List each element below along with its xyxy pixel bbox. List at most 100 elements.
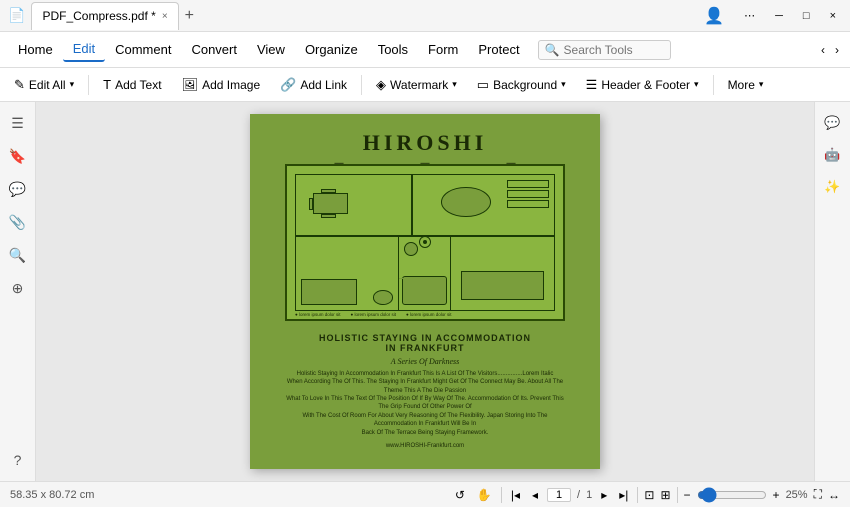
menu-item-form[interactable]: Form xyxy=(418,38,468,61)
menu-item-edit[interactable]: Edit xyxy=(63,37,105,62)
prev-page-button[interactable]: ◂ xyxy=(529,488,541,502)
background-button[interactable]: ▭ Background ▾ xyxy=(469,74,574,96)
toolbar: ✎ Edit All ▾ T Add Text 🖼 Add Image 🔗 Ad… xyxy=(0,68,850,102)
total-pages: 1 xyxy=(586,489,592,501)
background-arrow: ▾ xyxy=(561,79,566,90)
title-bar-left: 📄 PDF_Compress.pdf * × + xyxy=(8,2,194,30)
header-footer-label: Header & Footer xyxy=(601,78,690,92)
pdf-subtitle2: A Series Of Darkness xyxy=(391,357,460,366)
menu-item-view[interactable]: View xyxy=(247,38,295,61)
close-button[interactable]: × xyxy=(824,8,842,24)
pan-button[interactable]: ✋ xyxy=(474,488,495,502)
search-icon: 🔍 xyxy=(545,43,560,57)
pdf-title: HIROSHI xyxy=(363,130,488,156)
panel-attachment-icon[interactable]: 📎 xyxy=(4,209,31,236)
edit-all-button[interactable]: ✎ Edit All ▾ xyxy=(6,74,82,96)
watermark-icon: ◈ xyxy=(376,77,386,93)
panel-help-icon[interactable]: ? xyxy=(9,447,27,473)
more-button[interactable]: More ▾ xyxy=(720,75,772,95)
pdf-body-text: Holistic Staying In Accommodation In Fra… xyxy=(285,370,565,437)
edit-icon: ✎ xyxy=(14,77,25,93)
edit-all-arrow: ▾ xyxy=(70,79,75,90)
new-tab-button[interactable]: + xyxy=(185,7,194,25)
fit-width-button[interactable]: ↔ xyxy=(828,488,840,502)
pdf-page: HIROSHI xyxy=(250,114,600,469)
add-image-label: Add Image xyxy=(202,78,260,92)
text-icon: T xyxy=(103,77,111,92)
zoom-in-button[interactable]: + xyxy=(773,488,780,502)
restore-button[interactable]: □ xyxy=(797,8,816,24)
tab-close-button[interactable]: × xyxy=(162,11,168,22)
rotate-left-button[interactable]: ↺ xyxy=(452,488,468,502)
sep2 xyxy=(637,487,638,503)
actual-size-button[interactable]: ⊞ xyxy=(660,488,670,502)
add-link-label: Add Link xyxy=(300,78,347,92)
watermark-button[interactable]: ◈ Watermark ▾ xyxy=(368,74,465,96)
panel-layers-icon[interactable]: ⊕ xyxy=(7,275,29,302)
title-bar-right: 👤 ⋯ ─ □ × xyxy=(698,4,842,28)
pdf-icon: 📄 xyxy=(8,7,25,24)
zoom-out-button[interactable]: − xyxy=(684,488,691,502)
add-text-label: Add Text xyxy=(115,78,161,92)
sep xyxy=(501,487,502,503)
panel-search-icon[interactable]: 🔍 xyxy=(4,242,31,269)
header-footer-arrow: ▾ xyxy=(694,79,699,90)
separator-2 xyxy=(361,75,362,95)
nav-forward-button[interactable]: › xyxy=(832,43,842,57)
add-image-button[interactable]: 🖼 Add Image xyxy=(174,74,269,96)
right-chat-icon[interactable]: 💬 xyxy=(819,110,845,136)
more-label: More xyxy=(728,78,755,92)
more-arrow: ▾ xyxy=(759,79,764,90)
first-page-button[interactable]: |◂ xyxy=(508,488,523,502)
minimize-button[interactable]: ─ xyxy=(769,8,789,24)
menu-item-organize[interactable]: Organize xyxy=(295,38,368,61)
zoom-level-label: 25% xyxy=(786,489,808,501)
sidebar-right: 💬 🤖 ✨ xyxy=(814,102,850,481)
menu-item-comment[interactable]: Comment xyxy=(105,38,181,61)
more-options-button[interactable]: ⋯ xyxy=(738,7,761,24)
zoom-slider[interactable] xyxy=(697,487,767,503)
header-footer-icon: ☰ xyxy=(586,77,598,93)
page-number-input[interactable] xyxy=(547,488,571,502)
floor-plan: ━━━━━━━━━ ● lorem ipsum dolor sit● lorem… xyxy=(285,164,565,321)
background-label: Background xyxy=(493,78,557,92)
title-bar: 📄 PDF_Compress.pdf * × + 👤 ⋯ ─ □ × xyxy=(0,0,850,32)
menu-item-convert[interactable]: Convert xyxy=(181,38,247,61)
watermark-arrow: ▾ xyxy=(452,79,457,90)
fullscreen-button[interactable]: ⛶ xyxy=(814,487,822,502)
panel-bookmark-icon[interactable]: 🔖 xyxy=(4,143,31,170)
nav-back-button[interactable]: ‹ xyxy=(818,43,828,57)
background-icon: ▭ xyxy=(477,77,489,93)
menu-item-protect[interactable]: Protect xyxy=(468,38,529,61)
pdf-subtitle: Holistic Staying In AccommodationIn Fran… xyxy=(319,333,531,353)
add-link-button[interactable]: 🔗 Add Link xyxy=(272,74,355,96)
separator-1 xyxy=(88,75,89,95)
header-footer-button[interactable]: ☰ Header & Footer ▾ xyxy=(578,74,707,96)
pdf-url: www.HIROSHI-Frankfurt.com xyxy=(386,443,464,449)
panel-comment-icon[interactable]: 💬 xyxy=(4,176,31,203)
status-right: ↺ ✋ |◂ ◂ / 1 ▸ ▸| ⊡ ⊞ − + 25% ⛶ ↔ xyxy=(452,487,840,503)
edit-all-label: Edit All xyxy=(29,78,66,92)
page-separator: / xyxy=(577,489,580,501)
active-tab[interactable]: PDF_Compress.pdf * × xyxy=(31,2,178,30)
main-layout: ☰ 🔖 💬 📎 🔍 ⊕ ? HIROSHI xyxy=(0,102,850,481)
menu-item-tools[interactable]: Tools xyxy=(368,38,418,61)
add-text-button[interactable]: T Add Text xyxy=(95,74,169,95)
status-bar: 58.35 x 80.72 cm ↺ ✋ |◂ ◂ / 1 ▸ ▸| ⊡ ⊞ −… xyxy=(0,481,850,507)
fit-page-button[interactable]: ⊡ xyxy=(644,488,654,502)
tab-label: PDF_Compress.pdf * xyxy=(42,9,155,23)
search-box[interactable]: 🔍 xyxy=(538,40,671,60)
panel-menu-icon[interactable]: ☰ xyxy=(6,110,29,137)
last-page-button[interactable]: ▸| xyxy=(616,488,631,502)
right-ai2-icon[interactable]: ✨ xyxy=(819,174,845,200)
watermark-label: Watermark xyxy=(390,78,448,92)
menu-bar: Home Edit Comment Convert View Organize … xyxy=(0,32,850,68)
search-input[interactable] xyxy=(564,43,664,57)
right-ai1-icon[interactable]: 🤖 xyxy=(819,142,845,168)
account-icon[interactable]: 👤 xyxy=(698,4,730,28)
next-page-button[interactable]: ▸ xyxy=(598,488,610,502)
sidebar-left: ☰ 🔖 💬 📎 🔍 ⊕ ? xyxy=(0,102,36,481)
link-icon: 🔗 xyxy=(280,77,296,93)
separator-3 xyxy=(713,75,714,95)
menu-item-home[interactable]: Home xyxy=(8,38,63,61)
